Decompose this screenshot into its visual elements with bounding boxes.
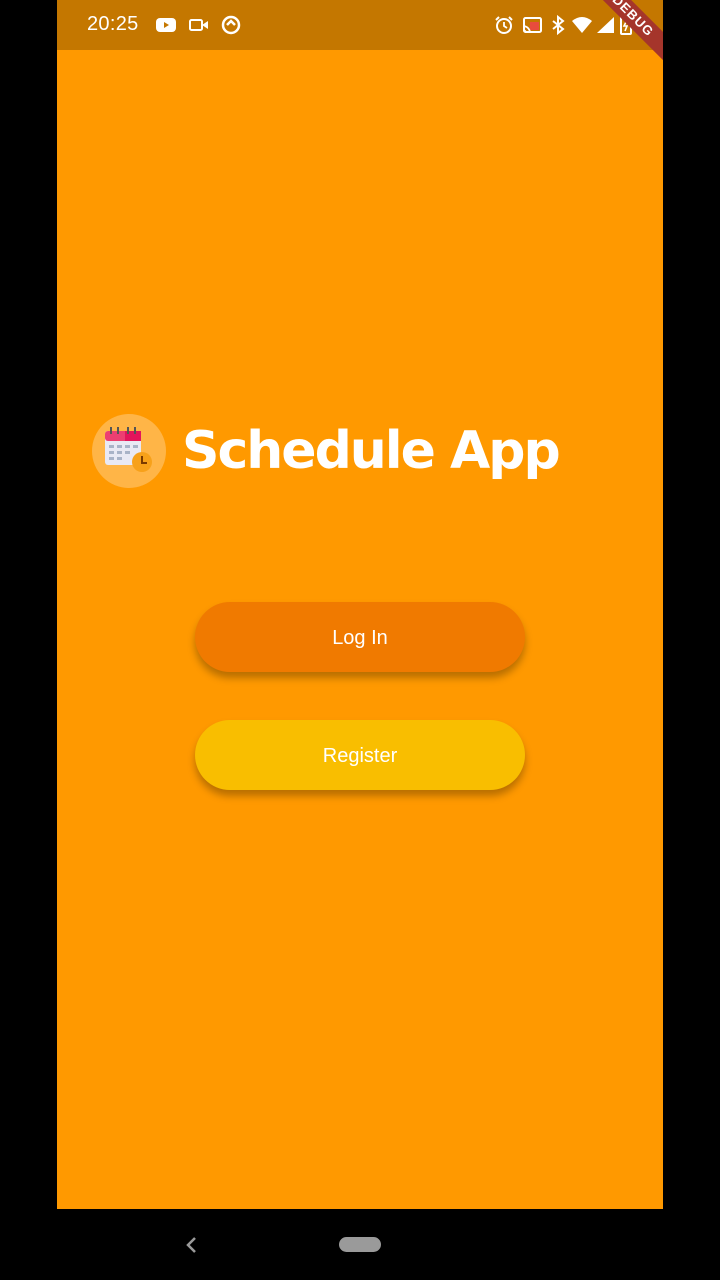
sync-icon [221, 15, 241, 35]
video-camera-icon [189, 19, 208, 31]
bluetooth-icon [552, 14, 565, 36]
app-screen: 20:25 DEBUG Schedule App Log In Register [57, 0, 663, 1209]
youtube-icon [156, 18, 176, 32]
status-bar: 20:25 DEBUG [57, 0, 663, 66]
status-time: 20:25 [87, 13, 139, 35]
calendar-icon [92, 414, 166, 488]
wifi-icon [572, 17, 592, 33]
app-title: Schedule App [182, 421, 561, 481]
alarm-icon [495, 16, 513, 34]
register-button[interactable]: Register [195, 720, 525, 790]
back-icon[interactable] [183, 1235, 201, 1255]
login-button[interactable]: Log In [195, 602, 525, 672]
signal-icon [597, 17, 614, 33]
app-header: Schedule App [92, 414, 561, 488]
home-pill[interactable] [339, 1237, 381, 1252]
cast-icon [522, 17, 542, 34]
